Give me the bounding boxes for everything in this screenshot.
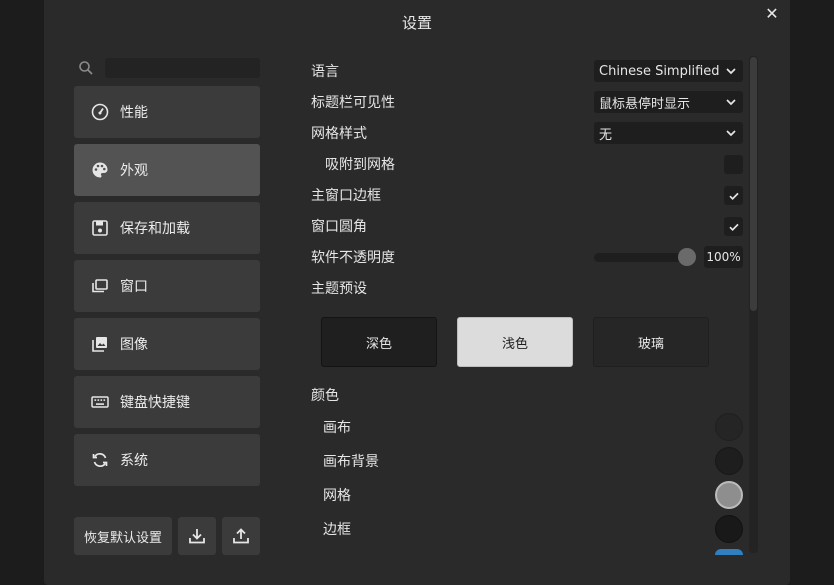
theme-preset-label: 主题预设 xyxy=(311,281,367,297)
sidebar-item-label: 键盘快捷键 xyxy=(120,395,190,411)
color-next-swatch-partial[interactable] xyxy=(715,549,743,555)
settings-scrollbar-thumb[interactable] xyxy=(750,57,757,311)
sidebar-item-label: 性能 xyxy=(120,105,148,121)
grid-style-label: 网格样式 xyxy=(311,126,367,142)
opacity-value-field[interactable]: 100% xyxy=(704,246,743,268)
language-value: Chinese Simplified xyxy=(599,63,720,79)
titlebar-visibility-label: 标题栏可见性 xyxy=(311,95,395,111)
color-canvas-label: 画布 xyxy=(323,420,351,436)
language-label: 语言 xyxy=(311,64,339,80)
image-icon xyxy=(90,334,110,354)
sidebar-item-label: 系统 xyxy=(120,453,148,469)
dialog-title: 设置 xyxy=(401,14,432,32)
theme-glass-button[interactable]: 玻璃 xyxy=(593,317,709,367)
opacity-label: 软件不透明度 xyxy=(311,250,395,266)
upload-icon xyxy=(233,528,249,544)
search-input[interactable] xyxy=(105,58,260,78)
color-border-label: 边框 xyxy=(323,522,351,538)
export-settings-button[interactable] xyxy=(222,517,260,555)
color-canvas-background-label: 画布背景 xyxy=(323,454,379,470)
sidebar-item-label: 图像 xyxy=(120,337,148,353)
save-icon xyxy=(90,218,110,238)
language-select[interactable]: Chinese Simplified xyxy=(594,60,743,82)
colors-label: 颜色 xyxy=(311,388,339,404)
sidebar-item-label: 窗口 xyxy=(120,279,148,295)
chevron-down-icon xyxy=(726,99,736,106)
window-rounded-label: 窗口圆角 xyxy=(311,219,367,235)
color-grid-label: 网格 xyxy=(323,488,351,504)
import-settings-button[interactable] xyxy=(178,517,216,555)
theme-light-button[interactable]: 浅色 xyxy=(457,317,573,367)
color-grid-swatch[interactable] xyxy=(715,481,743,509)
main-window-border-label: 主窗口边框 xyxy=(311,188,381,204)
chevron-down-icon xyxy=(726,68,736,75)
gauge-icon xyxy=(90,102,110,122)
keyboard-icon xyxy=(90,392,110,412)
sync-icon xyxy=(90,450,110,470)
sidebar-item-system[interactable]: 系统 xyxy=(74,434,260,486)
download-icon xyxy=(189,529,205,544)
sidebar-item-window[interactable]: 窗口 xyxy=(74,260,260,312)
window-rounded-checkbox[interactable] xyxy=(724,217,743,236)
sidebar-item-appearance[interactable]: 外观 xyxy=(74,144,260,196)
opacity-slider-handle[interactable] xyxy=(678,248,696,266)
palette-icon xyxy=(90,160,110,180)
restore-defaults-button[interactable]: 恢复默认设置 xyxy=(74,517,172,555)
sidebar-item-performance[interactable]: 性能 xyxy=(74,86,260,138)
grid-style-value: 无 xyxy=(599,127,613,143)
titlebar-visibility-select[interactable]: 鼠标悬停时显示 xyxy=(594,91,743,113)
theme-dark-button[interactable]: 深色 xyxy=(321,317,437,367)
snap-to-grid-checkbox[interactable] xyxy=(724,155,743,174)
main-window-border-checkbox[interactable] xyxy=(724,186,743,205)
titlebar-visibility-value: 鼠标悬停时显示 xyxy=(599,96,691,112)
color-canvas-background-swatch[interactable] xyxy=(715,447,743,475)
sidebar-item-image[interactable]: 图像 xyxy=(74,318,260,370)
snap-to-grid-label: 吸附到网格 xyxy=(325,157,395,173)
sidebar-item-label: 外观 xyxy=(120,163,148,179)
search-icon xyxy=(79,61,93,75)
grid-style-select[interactable]: 无 xyxy=(594,122,743,144)
sidebar-item-label: 保存和加载 xyxy=(120,221,190,237)
close-icon: ✕ xyxy=(765,3,779,23)
color-border-swatch[interactable] xyxy=(715,515,743,543)
window-icon xyxy=(90,276,110,296)
settings-dialog: 设置 ✕ 性能 外观 保存和加载 窗口 图像 键盘快捷键 系统 恢复默认设置 语… xyxy=(44,0,790,585)
color-canvas-swatch[interactable] xyxy=(715,413,743,441)
checkmark-icon xyxy=(728,192,739,200)
sidebar-item-keyboard-shortcuts[interactable]: 键盘快捷键 xyxy=(74,376,260,428)
checkmark-icon xyxy=(728,223,739,231)
close-button[interactable]: ✕ xyxy=(762,3,782,23)
sidebar-item-save-load[interactable]: 保存和加载 xyxy=(74,202,260,254)
chevron-down-icon xyxy=(726,130,736,137)
